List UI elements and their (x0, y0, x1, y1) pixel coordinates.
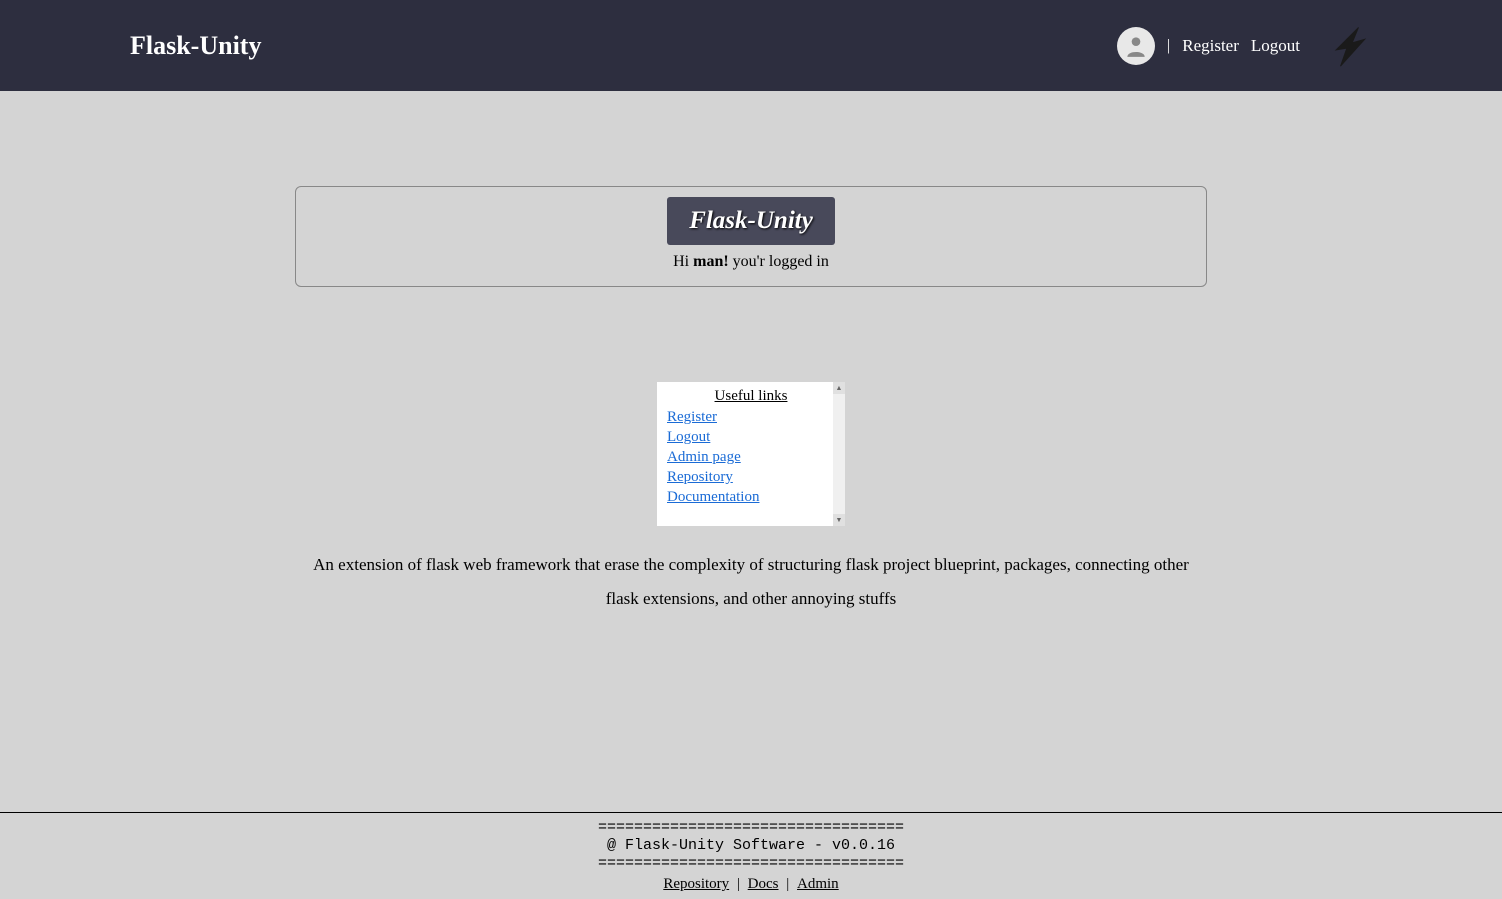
greeting-rest: you'r logged in (729, 253, 829, 270)
footer-docs-link[interactable]: Docs (748, 876, 779, 892)
footer-repository-link[interactable]: Repository (663, 876, 729, 892)
main-content: Flask-Unity Hi man! you'r logged in Usef… (0, 91, 1502, 616)
scrollbar[interactable]: ▲ ▼ (833, 382, 845, 526)
link-register[interactable]: Register (667, 409, 717, 425)
logout-link[interactable]: Logout (1251, 36, 1300, 56)
footer-links: Repository | Docs | Admin (0, 876, 1502, 893)
footer-admin-link[interactable]: Admin (797, 876, 839, 892)
greeting-text: Hi man! you'r logged in (316, 253, 1186, 271)
link-repository[interactable]: Repository (667, 469, 733, 485)
footer-divider-bottom: ================================== (0, 855, 1502, 873)
footer-divider-top: ================================== (0, 819, 1502, 837)
useful-links-panel: Useful links Register Logout Admin page … (657, 382, 845, 526)
lightning-icon (1327, 23, 1372, 68)
list-item: Documentation (667, 488, 835, 506)
link-documentation[interactable]: Documentation (667, 489, 759, 505)
footer: ================================== @ Fla… (0, 812, 1502, 899)
useful-links-title: Useful links (667, 388, 835, 405)
list-item: Logout (667, 428, 835, 446)
header-title: Flask-Unity (130, 31, 261, 61)
user-icon (1123, 33, 1149, 59)
footer-sep: | (783, 876, 794, 892)
link-logout[interactable]: Logout (667, 429, 710, 445)
useful-links-list: Register Logout Admin page Repository Do… (667, 408, 835, 506)
pipe-separator: | (1167, 37, 1170, 55)
header: Flask-Unity | Register Logout (0, 0, 1502, 91)
scroll-up-icon[interactable]: ▲ (833, 382, 845, 394)
list-item: Register (667, 408, 835, 426)
list-item: Repository (667, 468, 835, 486)
greeting-name: man! (693, 253, 729, 270)
footer-version: @ Flask-Unity Software - v0.0.16 (0, 837, 1502, 855)
link-admin-page[interactable]: Admin page (667, 449, 741, 465)
header-nav: | Register Logout (1117, 23, 1372, 68)
register-link[interactable]: Register (1182, 36, 1239, 56)
avatar[interactable] (1117, 27, 1155, 65)
brand-badge: Flask-Unity (667, 197, 835, 245)
greeting-hi: Hi (673, 253, 693, 270)
scroll-down-icon[interactable]: ▼ (833, 514, 845, 526)
footer-sep: | (733, 876, 744, 892)
list-item: Admin page (667, 448, 835, 466)
description-text: An extension of flask web framework that… (301, 548, 1201, 616)
welcome-box: Flask-Unity Hi man! you'r logged in (295, 186, 1207, 287)
